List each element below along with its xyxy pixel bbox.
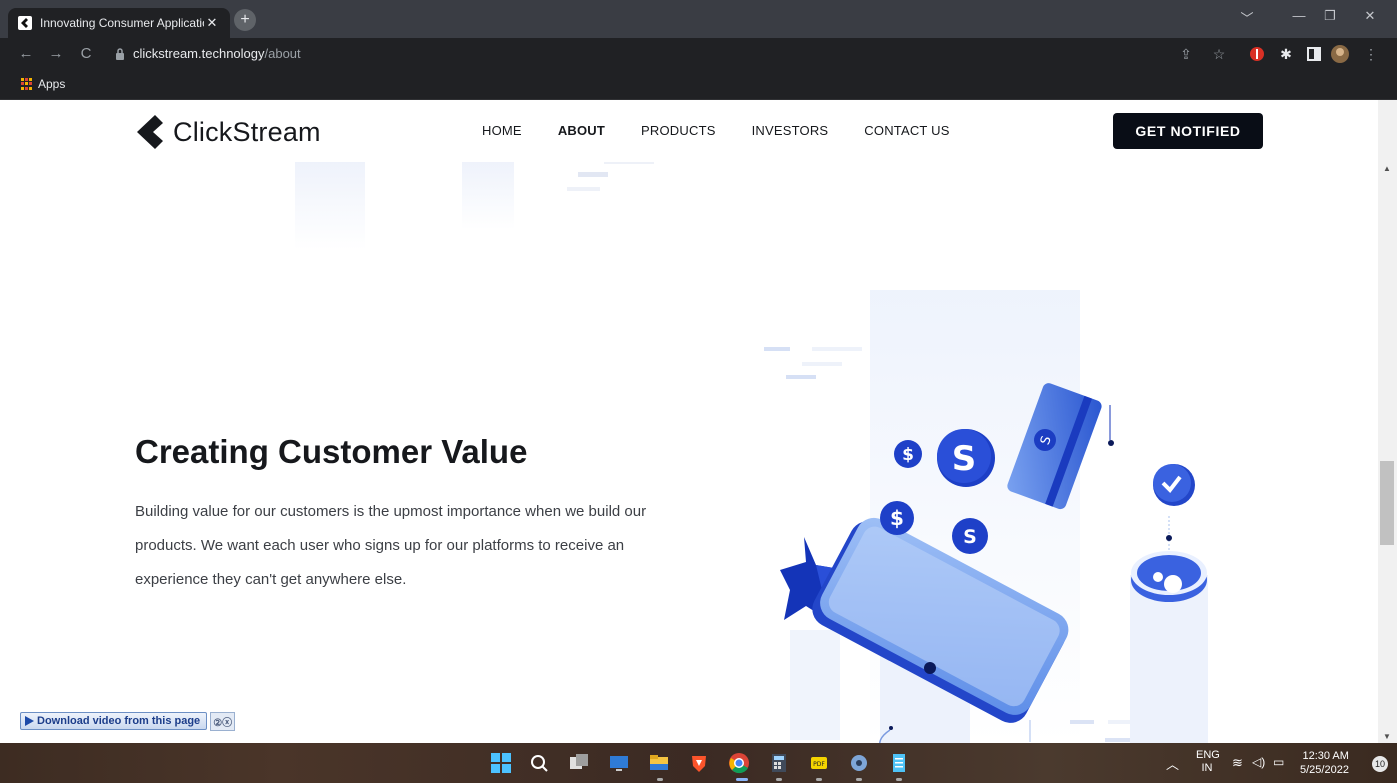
nav-products[interactable]: PRODUCTS (641, 123, 716, 138)
menu-kebab-icon[interactable]: ⋮ (1362, 45, 1380, 63)
address-bar: ← → C clickstream.technology/about ⇪ ☆ ✱… (0, 38, 1397, 70)
url-field[interactable]: clickstream.technology/about (133, 46, 301, 61)
language-indicator[interactable]: ENG IN (1196, 749, 1220, 775)
close-window-button[interactable]: ✕ (1355, 8, 1385, 24)
svg-text:$: $ (902, 445, 914, 465)
browser-tab-bar: Innovating Consumer Applicatio ✕ + ﹀ — ❐… (0, 0, 1397, 38)
svg-text:$: $ (890, 506, 904, 530)
scroll-down-arrow-icon[interactable]: ▼ (1381, 732, 1393, 741)
running-indicator (776, 778, 782, 781)
play-icon (25, 716, 34, 726)
download-video-widget: Download video from this page ②ⓧ (20, 711, 236, 731)
tab-title: Innovating Consumer Applicatio (40, 16, 204, 30)
dollar-coin-icon: S (952, 518, 988, 554)
settings-gear-icon[interactable] (848, 752, 870, 774)
bookmarks-bar (0, 70, 1397, 100)
extensions-puzzle-icon[interactable]: ✱ (1277, 45, 1295, 63)
nav-investors[interactable]: INVESTORS (752, 123, 829, 138)
page-scrollbar[interactable] (1378, 100, 1397, 743)
running-indicator (816, 778, 822, 781)
scroll-up-arrow-icon[interactable]: ▲ (1381, 164, 1393, 173)
clock-date: 5/25/2022 (1300, 764, 1349, 776)
download-widget-help-close-icon[interactable]: ②ⓧ (210, 711, 236, 731)
pdf-app-icon[interactable]: PDF (808, 752, 830, 774)
maximize-button[interactable]: ❐ (1315, 8, 1345, 24)
search-icon[interactable] (528, 752, 550, 774)
check-coin-icon (1153, 464, 1195, 506)
dollar-coin-icon: S (937, 429, 995, 487)
profile-avatar[interactable] (1331, 45, 1349, 63)
desktop-app-icon[interactable] (608, 752, 630, 774)
side-panel-icon[interactable] (1305, 45, 1323, 63)
web-page: ClickStream HOME ABOUT PRODUCTS INVESTOR… (0, 100, 1378, 743)
browser-tab[interactable]: Innovating Consumer Applicatio ✕ (8, 8, 230, 38)
url-host: clickstream.technology (133, 46, 265, 61)
apps-bookmark[interactable]: Apps (38, 77, 65, 91)
clickstream-favicon-icon (18, 16, 32, 30)
tray-overflow-chevron-icon[interactable]: ︿ (1166, 754, 1179, 773)
clickstream-logo-icon (137, 115, 163, 149)
volume-icon[interactable]: ◁) (1252, 755, 1265, 769)
back-arrow-icon[interactable]: ← (16, 45, 36, 62)
notepad-icon[interactable] (888, 752, 910, 774)
running-indicator (856, 778, 862, 781)
dollar-coin-icon: $ (894, 440, 922, 468)
decorative-background-shapes (295, 160, 654, 250)
new-tab-button[interactable]: + (234, 9, 256, 31)
taskbar-clock[interactable]: 12:30 AM 5/25/2022 (1300, 749, 1349, 777)
main-nav: HOME ABOUT PRODUCTS INVESTORS CONTACT US (482, 123, 986, 138)
reload-icon[interactable]: C (76, 45, 96, 62)
site-header: ClickStream HOME ABOUT PRODUCTS INVESTOR… (0, 100, 1378, 162)
nav-about[interactable]: ABOUT (558, 123, 605, 138)
minimize-button[interactable]: — (1284, 8, 1314, 23)
running-indicator (657, 778, 663, 781)
payment-illustration: $ S $ S S (764, 290, 1208, 743)
active-app-indicator (736, 778, 748, 781)
windows-start-icon[interactable] (490, 752, 512, 774)
share-icon[interactable]: ⇪ (1177, 45, 1195, 63)
file-explorer-icon[interactable] (648, 752, 670, 774)
chrome-icon[interactable] (728, 752, 750, 774)
clock-time: 12:30 AM (1302, 750, 1349, 762)
notification-badge[interactable]: 10 (1372, 756, 1388, 772)
battery-icon[interactable]: ▭ (1273, 755, 1284, 769)
section-body: Building value for our customers is the … (135, 503, 647, 588)
svg-text:PDF: PDF (813, 761, 825, 768)
apps-grid-icon[interactable] (21, 78, 33, 90)
brave-browser-icon[interactable] (688, 752, 710, 774)
adblock-extension-icon[interactable] (1248, 45, 1266, 63)
get-notified-button[interactable]: GET NOTIFIED (1113, 113, 1263, 149)
nav-home[interactable]: HOME (482, 123, 522, 138)
bookmark-star-icon[interactable]: ☆ (1210, 45, 1228, 63)
lock-icon[interactable] (115, 48, 125, 60)
wifi-icon[interactable]: ≋ (1232, 755, 1243, 771)
nav-contact-us[interactable]: CONTACT US (864, 123, 949, 138)
download-video-button[interactable]: Download video from this page (20, 712, 208, 730)
site-logo[interactable]: ClickStream (135, 115, 321, 149)
calculator-icon[interactable] (768, 752, 790, 774)
tab-close-icon[interactable]: ✕ (204, 15, 220, 31)
lang-bottom: IN (1201, 762, 1213, 774)
lang-top: ENG (1196, 749, 1220, 761)
svg-text:S: S (952, 439, 977, 479)
dollar-coin-icon: $ (880, 501, 914, 535)
logo-text: ClickStream (173, 116, 321, 147)
tab-search-icon[interactable]: ﹀ (1232, 8, 1262, 27)
url-path: /about (264, 46, 301, 61)
task-view-icon[interactable] (568, 752, 590, 774)
scrollbar-thumb[interactable] (1380, 461, 1394, 545)
svg-text:S: S (963, 526, 977, 548)
running-indicator (896, 778, 902, 781)
download-video-label: Download video from this page (37, 715, 201, 727)
section-headline: Creating Customer Value (135, 433, 528, 470)
forward-arrow-icon[interactable]: → (46, 45, 66, 62)
